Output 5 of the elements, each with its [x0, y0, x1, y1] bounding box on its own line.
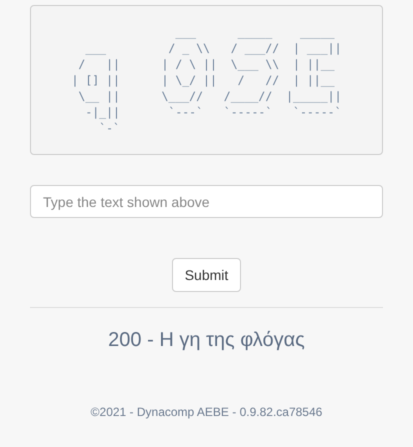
submit-button[interactable]: Submit	[172, 258, 242, 292]
captcha-art: ___ _____ _____ ___ / _ \\ / ___// | ___|| / || | / \ || \___ \\ | ||__ | [] || | \_/ || / // | ||__ \__ || \___// /____// |_____|| -|_|| `---` `-----` `-----` `-`	[71, 24, 342, 136]
answer-field[interactable]: Type the text shown above	[30, 185, 383, 218]
status-message: 200 - Η γη της φλόγας	[108, 328, 305, 353]
footer-text: ©2021 - Dynacomp AEBE - 0.9.82.ca78546	[90, 404, 322, 421]
